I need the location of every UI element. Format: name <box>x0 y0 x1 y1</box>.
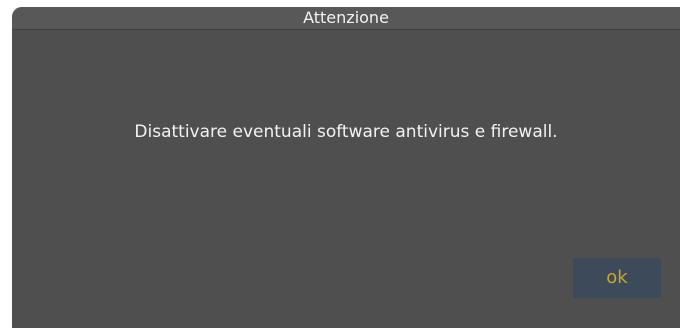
ok-button[interactable]: ok <box>573 258 661 298</box>
dialog-message: Disattivare eventuali software antivirus… <box>134 122 558 142</box>
alert-dialog: Attenzione Disattivare eventuali softwar… <box>12 7 680 328</box>
dialog-title: Attenzione <box>12 7 680 30</box>
